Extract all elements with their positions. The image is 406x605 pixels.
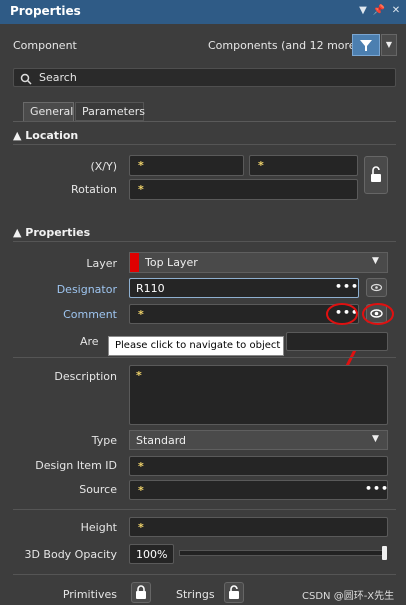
layer-value: Top Layer bbox=[145, 256, 198, 269]
primitives-divider bbox=[13, 574, 396, 575]
source-label: Source bbox=[79, 483, 117, 496]
navigate-tooltip: Please click to navigate to object bbox=[108, 336, 284, 356]
location-divider bbox=[13, 144, 396, 145]
properties-section-title: Properties bbox=[25, 226, 91, 239]
y-value: * bbox=[258, 159, 264, 172]
height-label: Height bbox=[80, 521, 117, 534]
more-dots-icon[interactable]: ••• bbox=[335, 280, 359, 293]
pin-icon[interactable]: 📌 bbox=[372, 4, 386, 18]
height-value: * bbox=[138, 521, 144, 534]
annotation-circle-eye bbox=[362, 303, 394, 325]
designator-label: Designator bbox=[56, 283, 117, 296]
comment-label: Comment bbox=[63, 308, 117, 321]
type-chevron-down-icon: ▼ bbox=[372, 434, 379, 444]
type-select[interactable]: Standard ▼ bbox=[129, 430, 388, 450]
panel-titlebar: Properties ▼ 📌 ✕ bbox=[0, 0, 406, 24]
x-value: * bbox=[138, 159, 144, 172]
primitives-lock-button[interactable] bbox=[131, 582, 151, 603]
description-label: Description bbox=[54, 370, 117, 383]
annotation-circle-dots bbox=[326, 303, 358, 325]
search-icon bbox=[20, 73, 32, 85]
panel-title: Properties bbox=[10, 4, 81, 18]
comment-value: * bbox=[138, 308, 144, 321]
description-value: * bbox=[136, 369, 142, 382]
opacity-label: 3D Body Opacity bbox=[24, 548, 117, 561]
area-label: Are bbox=[80, 335, 99, 348]
tab-parameters-label: Parameters bbox=[82, 105, 145, 118]
rotation-label: Rotation bbox=[70, 183, 117, 196]
unlock-icon bbox=[371, 166, 381, 182]
source-more-dots-icon[interactable]: ••• bbox=[365, 482, 389, 495]
rotation-value: * bbox=[138, 183, 144, 196]
description-textarea[interactable]: * bbox=[129, 365, 388, 425]
properties-section-header[interactable]: ▲ Properties bbox=[13, 226, 90, 239]
unlock-strings-icon bbox=[229, 585, 239, 599]
designator-input[interactable]: R110 ••• bbox=[129, 278, 359, 298]
properties-divider bbox=[13, 241, 396, 242]
height-input[interactable]: * bbox=[129, 517, 388, 537]
lock-icon bbox=[136, 585, 146, 599]
location-section-header[interactable]: ▲ Location bbox=[13, 129, 78, 142]
opacity-slider-thumb[interactable] bbox=[382, 546, 387, 560]
search-input[interactable]: Search bbox=[13, 68, 396, 87]
designator-value: R110 bbox=[136, 282, 165, 295]
location-section-title: Location bbox=[25, 129, 79, 142]
watermark: CSDN @圆环-X先生 bbox=[302, 591, 395, 602]
layer-color-swatch bbox=[130, 253, 139, 272]
design-item-id-value: * bbox=[138, 460, 144, 473]
opacity-value: 100% bbox=[136, 548, 168, 561]
strings-label: Strings bbox=[176, 588, 215, 601]
type-label: Type bbox=[91, 434, 117, 447]
tooltip-text: Please click to navigate to object bbox=[115, 340, 281, 351]
strings-lock-button[interactable] bbox=[224, 582, 244, 603]
layer-label: Layer bbox=[86, 257, 117, 270]
eye-off-icon bbox=[370, 283, 383, 292]
layer-select[interactable]: Top Layer ▼ bbox=[129, 252, 388, 273]
design-item-id-label: Design Item ID bbox=[35, 459, 117, 472]
filter-button[interactable] bbox=[352, 34, 380, 56]
y-input[interactable]: * bbox=[249, 155, 358, 176]
close-icon[interactable]: ✕ bbox=[389, 4, 403, 18]
opacity-input[interactable]: 100% bbox=[129, 544, 174, 564]
tab-general-label: General bbox=[30, 105, 74, 118]
lock-location-button[interactable] bbox=[364, 156, 388, 194]
filter-icon bbox=[360, 40, 372, 51]
primitives-label: Primitives bbox=[62, 588, 117, 601]
source-input[interactable]: * ••• bbox=[129, 480, 388, 500]
chevron-down-icon: ▼ bbox=[372, 256, 379, 266]
designator-visibility-button[interactable] bbox=[366, 278, 387, 297]
dropdown-arrow-icon[interactable]: ▼ bbox=[356, 4, 370, 18]
opacity-slider-track[interactable] bbox=[179, 550, 387, 556]
height-divider bbox=[13, 509, 396, 510]
area-input[interactable] bbox=[286, 332, 388, 351]
component-filter-text: Components (and 12 more) bbox=[208, 39, 360, 52]
design-item-id-input[interactable]: * bbox=[129, 456, 388, 476]
filter-dropdown-button[interactable]: ▼ bbox=[381, 34, 397, 56]
tab-parameters[interactable]: Parameters bbox=[75, 102, 145, 121]
rotation-input[interactable]: * bbox=[129, 179, 358, 200]
type-value: Standard bbox=[136, 434, 187, 447]
source-value: * bbox=[138, 484, 144, 497]
component-label: Component bbox=[13, 39, 77, 52]
search-placeholder: Search bbox=[39, 71, 77, 84]
x-input[interactable]: * bbox=[129, 155, 244, 176]
xy-label: (X/Y) bbox=[90, 160, 117, 173]
tabs-underline bbox=[13, 121, 396, 122]
area-divider bbox=[13, 357, 396, 358]
tab-general[interactable]: General bbox=[23, 102, 74, 121]
